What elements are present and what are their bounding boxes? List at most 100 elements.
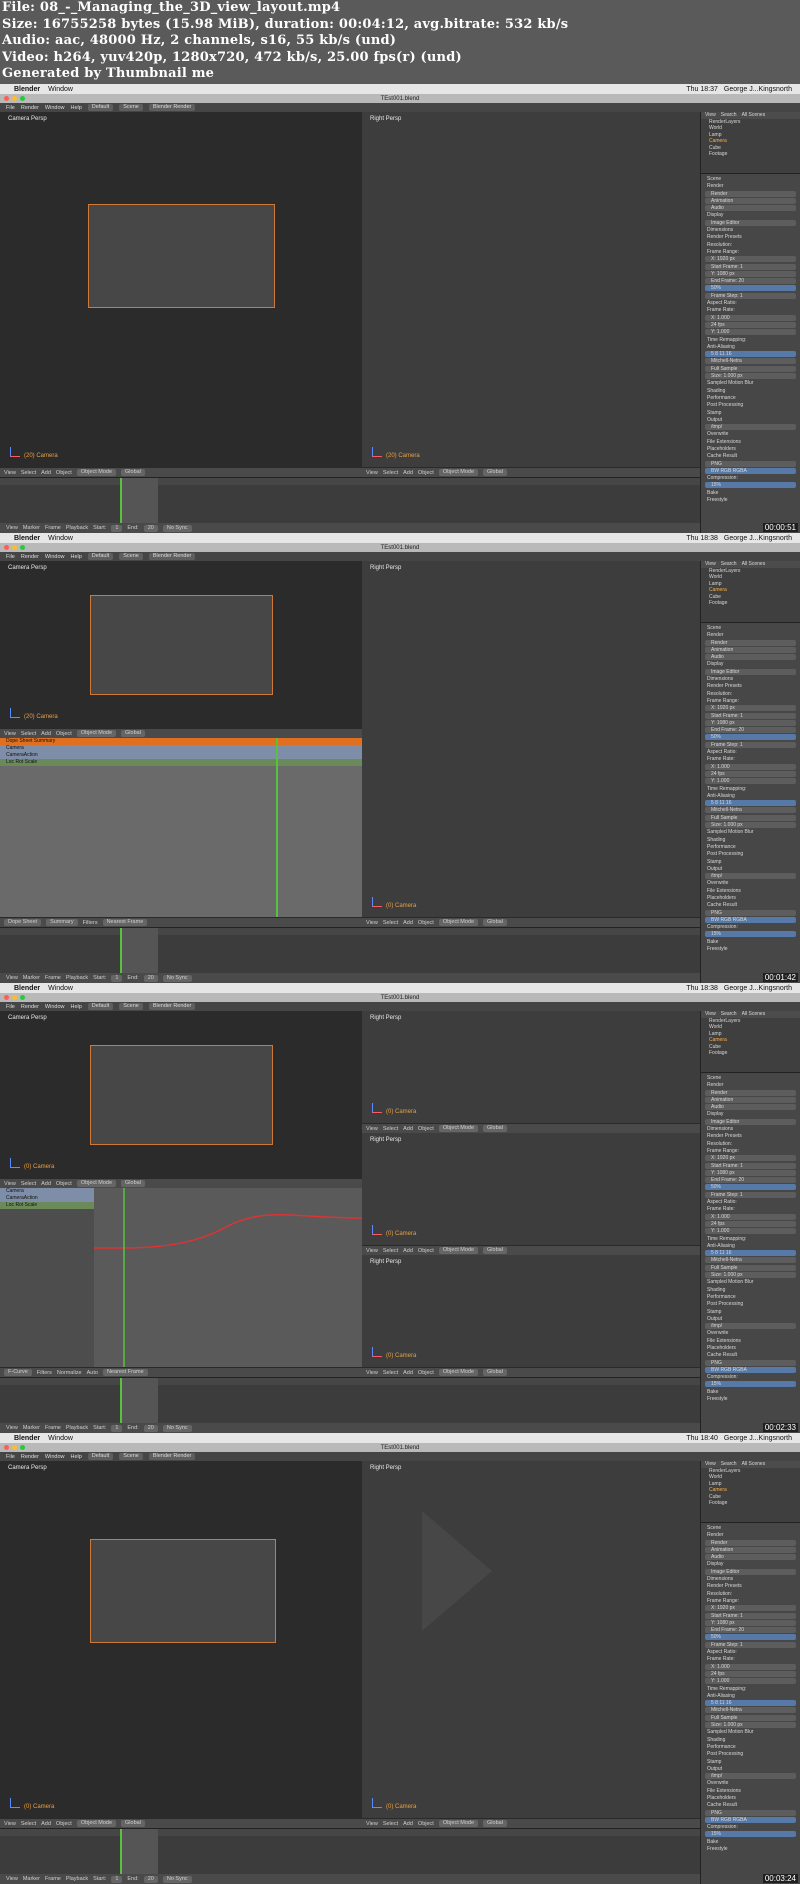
property-row[interactable]: Animation (705, 1546, 796, 1553)
property-row[interactable]: 5 8 11 16 (705, 1250, 796, 1257)
menu-add[interactable]: Add (403, 1370, 413, 1376)
property-row[interactable]: 24 fps (705, 1220, 796, 1227)
dope-sheet-editor[interactable]: Dope Sheet Summary Camera CameraAction Loc … (0, 738, 362, 917)
menu-select[interactable]: Select (383, 920, 398, 926)
menu-view[interactable]: View (4, 1821, 16, 1827)
viewport-right[interactable]: Right Persp (0) Camera (362, 1255, 700, 1367)
menu-help[interactable]: Help (70, 554, 81, 560)
outliner-header-item[interactable]: All Scenes (742, 561, 766, 568)
orientation-select[interactable]: Global (121, 1820, 145, 1827)
sync-select[interactable]: No Sync (162, 1875, 192, 1883)
viewport-camera[interactable]: Camera Persp (20) Camera (0, 112, 362, 467)
menu-object[interactable]: Object (56, 1821, 72, 1827)
mode-select[interactable]: Object Mode (438, 469, 479, 476)
orientation-select[interactable]: Global (121, 730, 145, 737)
screen-layout-select[interactable]: Default (87, 553, 114, 560)
outliner-header-item[interactable]: Search (721, 112, 737, 119)
timeline-editor[interactable]: View Marker Frame Playback Start: 1 End: 20 No S… (0, 477, 700, 533)
sync-select[interactable]: No Sync (162, 524, 192, 532)
render-engine-select[interactable]: Blender Render (148, 553, 196, 560)
timeline-ruler[interactable] (0, 1829, 700, 1836)
viewport-camera[interactable]: Camera Persp (20) Camera (0, 561, 362, 728)
property-row[interactable]: 24 fps (705, 1670, 796, 1677)
graph-snap-select[interactable]: Nearest Frame (102, 1369, 148, 1376)
menu-add[interactable]: Add (41, 731, 51, 737)
menu-view[interactable]: View (4, 1181, 16, 1187)
user-name[interactable]: George J...Kingsnorth (724, 535, 792, 542)
property-row[interactable]: Animation (705, 197, 796, 204)
outliner-header-item[interactable]: Search (721, 1461, 737, 1468)
property-row[interactable]: BW RGB RGBA (705, 1816, 796, 1823)
scene-select[interactable]: Scene (119, 1453, 143, 1460)
property-row[interactable]: BW RGB RGBA (705, 467, 796, 474)
timeline-menu-marker[interactable]: Marker (23, 1425, 40, 1431)
menu-file[interactable]: File (6, 105, 15, 111)
minimize-window-icon[interactable] (12, 1445, 17, 1450)
close-window-icon[interactable] (4, 545, 9, 550)
property-row[interactable]: End Frame: 20 (705, 278, 796, 285)
property-row[interactable]: End Frame: 20 (705, 727, 796, 734)
property-row[interactable]: X: 1920 px (705, 1605, 796, 1612)
graph-mode-select[interactable]: F-Curve (4, 1369, 32, 1376)
menu-object[interactable]: Object (418, 920, 434, 926)
orientation-select[interactable]: Global (483, 1125, 507, 1132)
menu-help[interactable]: Help (70, 1454, 81, 1460)
viewport-camera[interactable]: Camera Persp (0) Camera (0, 1461, 362, 1818)
snap-select[interactable]: Nearest Frame (102, 919, 148, 926)
timeline-menu-marker[interactable]: Marker (23, 975, 40, 981)
timeline-menu-frame[interactable]: Frame (45, 1876, 61, 1882)
menu-window[interactable]: Window (45, 105, 65, 111)
close-window-icon[interactable] (4, 96, 9, 101)
channel-camera-action[interactable]: CameraAction (0, 752, 362, 759)
menu-add[interactable]: Add (403, 1248, 413, 1254)
start-frame-field[interactable]: 1 (111, 1875, 123, 1883)
end-frame-field[interactable]: 20 (143, 524, 158, 532)
property-row[interactable]: Y: 1080 px (705, 270, 796, 277)
property-row[interactable]: End Frame: 20 (705, 1627, 796, 1634)
property-row[interactable]: 24 fps (705, 321, 796, 328)
property-row[interactable]: Full Sample (705, 365, 796, 372)
property-row[interactable]: Audio (705, 654, 796, 661)
mode-select[interactable]: Object Mode (76, 730, 117, 737)
viewport-right[interactable]: Right Persp (0) Camera (362, 1133, 700, 1245)
outliner-item[interactable]: Footage (701, 1500, 800, 1507)
outliner-header-item[interactable]: Search (721, 561, 737, 568)
menu-help[interactable]: Help (70, 105, 81, 111)
property-row[interactable]: Render (705, 190, 796, 197)
outliner-header-item[interactable]: Search (721, 1011, 737, 1018)
menu-blender[interactable]: Blender (14, 86, 40, 93)
menu-add[interactable]: Add (41, 1181, 51, 1187)
property-row[interactable]: 24 fps (705, 770, 796, 777)
minimize-window-icon[interactable] (12, 96, 17, 101)
menu-window[interactable]: Window (48, 1435, 73, 1442)
menu-select[interactable]: Select (383, 1126, 398, 1132)
screen-layout-select[interactable]: Default (87, 1453, 114, 1460)
minimize-window-icon[interactable] (12, 545, 17, 550)
property-row[interactable]: Start Frame: 1 (705, 1612, 796, 1619)
scene-select[interactable]: Scene (119, 104, 143, 111)
outliner-header-item[interactable]: View (705, 561, 716, 568)
viewport-right[interactable]: Right Persp (0) Camera (362, 1011, 700, 1123)
outliner-header-item[interactable]: All Scenes (742, 1461, 766, 1468)
property-row[interactable]: Mitchell-Netra (705, 1707, 796, 1714)
screen-layout-select[interactable]: Default (87, 1003, 114, 1010)
property-row[interactable]: Audio (705, 1554, 796, 1561)
zoom-window-icon[interactable] (20, 96, 25, 101)
zoom-window-icon[interactable] (20, 995, 25, 1000)
property-row[interactable]: Image Editor (705, 219, 796, 226)
property-row[interactable]: Frame Step: 1 (705, 1191, 796, 1198)
menu-object[interactable]: Object (56, 470, 72, 476)
property-row[interactable]: /tmp/ (705, 424, 796, 431)
property-row[interactable]: 5 8 11 16 (705, 800, 796, 807)
render-engine-select[interactable]: Blender Render (148, 104, 196, 111)
orientation-select[interactable]: Global (121, 469, 145, 476)
property-row[interactable]: Frame Step: 1 (705, 292, 796, 299)
end-frame-field[interactable]: 20 (143, 1875, 158, 1883)
property-row[interactable]: PNG (705, 460, 796, 467)
timeline-menu-frame[interactable]: Frame (45, 525, 61, 531)
property-row[interactable]: /tmp/ (705, 1773, 796, 1780)
viewport-right[interactable]: Right Persp (0) Camera (362, 1461, 700, 1818)
zoom-window-icon[interactable] (20, 545, 25, 550)
menu-blender[interactable]: Blender (14, 535, 40, 542)
end-frame-field[interactable]: 20 (143, 974, 158, 982)
